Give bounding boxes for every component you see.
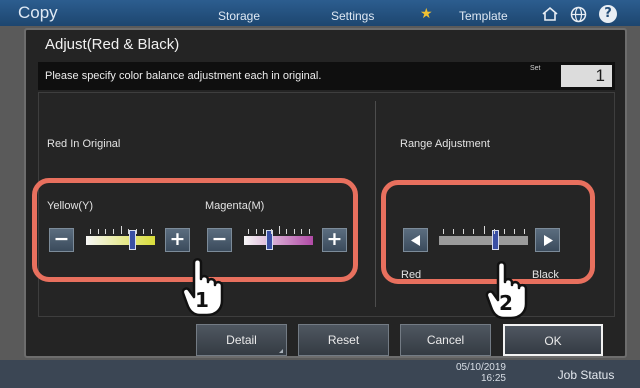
cancel-button[interactable]: Cancel — [400, 324, 491, 356]
hand-pointer-icon-1: 1 — [181, 258, 224, 317]
red-in-original-label: Red In Original — [47, 138, 121, 150]
dialog-title: Adjust(Red & Black) — [45, 36, 180, 53]
help-icon[interactable]: ? — [599, 5, 617, 23]
globe-icon[interactable] — [570, 6, 587, 26]
detail-button[interactable]: Detail — [196, 324, 287, 356]
range-adjustment-label: Range Adjustment — [400, 138, 490, 150]
home-icon[interactable] — [541, 6, 559, 25]
instruction-text: Please specify color balance adjustment … — [45, 70, 322, 82]
set-label: Set — [530, 65, 541, 72]
callout-number-2: 2 — [499, 291, 513, 315]
ok-button[interactable]: OK — [503, 324, 603, 356]
reset-button[interactable]: Reset — [298, 324, 389, 356]
set-value-field[interactable]: 1 — [561, 65, 612, 87]
instruction-bar: Please specify color balance adjustment … — [38, 62, 615, 90]
corner-indicator-icon — [279, 349, 283, 353]
job-status-button[interactable]: Job Status — [538, 364, 634, 386]
callout-number-1: 1 — [195, 288, 209, 312]
app-title: Copy — [18, 3, 58, 22]
detail-button-label: Detail — [226, 333, 257, 347]
tab-settings[interactable]: Settings — [331, 9, 374, 23]
tab-template[interactable]: Template — [459, 9, 508, 23]
time-text: 16:25 — [480, 373, 506, 384]
section-divider — [375, 101, 376, 307]
date-text: 05/10/2019 — [455, 362, 506, 373]
date-time: 05/10/2019 16:25 — [452, 362, 506, 384]
star-icon[interactable]: ★ — [420, 7, 433, 21]
tab-storage[interactable]: Storage — [218, 9, 260, 23]
hand-pointer-icon-2: 2 — [485, 261, 528, 320]
